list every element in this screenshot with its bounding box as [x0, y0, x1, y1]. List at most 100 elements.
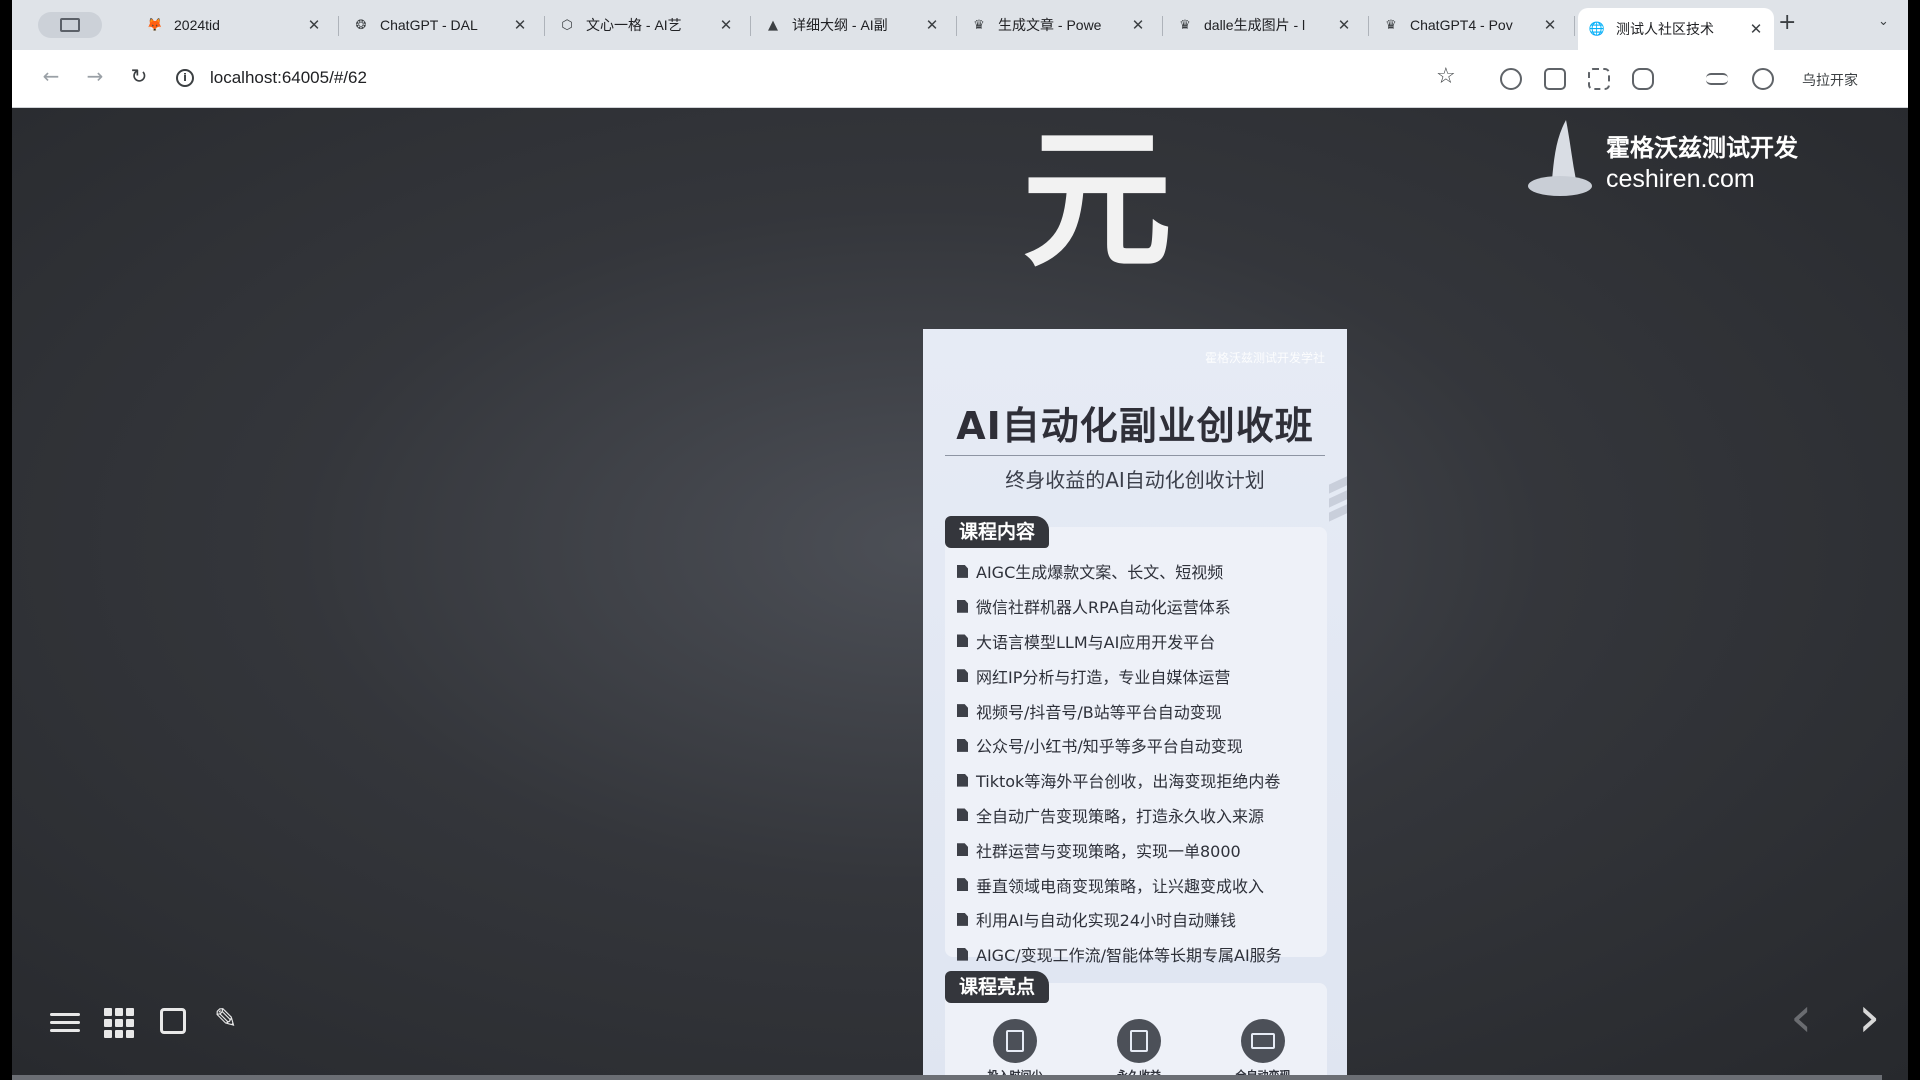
logo-domain: ceshiren.com	[1606, 165, 1755, 193]
list-item-text: 利用AI与自动化实现24小时自动赚钱	[976, 911, 1237, 931]
close-icon[interactable]: ✕	[1540, 16, 1560, 34]
list-item-text: 全自动广告变现策略，打造永久收入来源	[976, 806, 1265, 826]
list-item-text: 微信社群机器人RPA自动化运营体系	[976, 598, 1231, 618]
logo-name-cn: 霍格沃兹测试开发	[1606, 134, 1798, 162]
document-icon	[957, 947, 968, 961]
slide-heading: 元	[1022, 114, 1173, 288]
tab-ceshiren-active[interactable]: 🌐 测试人社区技术 ✕	[1578, 8, 1774, 50]
extension-sync-icon[interactable]	[1632, 68, 1654, 90]
logo-text: 霍格沃兹测试开发 ceshiren.com	[1606, 128, 1798, 194]
notes-edit-icon[interactable]	[160, 1008, 186, 1034]
close-icon[interactable]: ✕	[922, 16, 942, 34]
list-item: 公众号/小红书/知乎等多平台自动变现	[957, 728, 1337, 763]
extension-menu-icon[interactable]	[1706, 73, 1728, 85]
prev-slide-icon[interactable]: ‹	[1790, 990, 1812, 1046]
list-item: 视频号/抖音号/B站等平台自动变现	[957, 693, 1337, 728]
tab-dalle-images[interactable]: ♛ dalle生成图片 - l ✕	[1166, 8, 1362, 42]
content-header: 课程内容	[945, 516, 1050, 548]
tab-title: 详细大纲 - AI副	[792, 17, 888, 33]
tab-chatgpt-dalle[interactable]: ❂ ChatGPT - DAL ✕	[342, 8, 538, 42]
poster-brand: 霍格沃兹测试开发学社	[1204, 351, 1325, 365]
list-item-text: 社群运营与变现策略，实现一单8000	[976, 841, 1241, 861]
document-icon	[1117, 1019, 1161, 1063]
close-icon[interactable]: ✕	[1746, 20, 1766, 38]
tab-search-button[interactable]	[38, 12, 102, 38]
gitlab-icon: 🦊	[146, 17, 164, 33]
tab-list-chevron-icon[interactable]: ⌄	[1878, 14, 1889, 29]
document-icon	[957, 808, 968, 822]
tab-title: 测试人社区技术	[1616, 21, 1714, 37]
tab-strip: 🦊 2024tid ✕ ❂ ChatGPT - DAL ✕ ⬡ 文心一格 - A…	[12, 0, 1908, 50]
bookmark-star-icon[interactable]: ☆	[1436, 64, 1456, 89]
close-icon[interactable]: ✕	[716, 16, 736, 34]
tab-divider	[1368, 16, 1369, 36]
pencil-icon[interactable]: ✎	[214, 1002, 237, 1035]
list-item: 社群运营与变现策略，实现一单8000	[957, 832, 1337, 867]
tab-chatgpt4[interactable]: ♛ ChatGPT4 - Pov ✕	[1372, 8, 1568, 42]
close-icon[interactable]: ✕	[1128, 16, 1148, 34]
list-item-text: AIGC生成爆款文案、长文、短视频	[976, 563, 1224, 583]
address-bar[interactable]: localhost:64005/#/62	[210, 68, 367, 88]
list-item-text: 公众号/小红书/知乎等多平台自动变现	[976, 737, 1243, 757]
list-item-text: 大语言模型LLM与AI应用开发平台	[976, 632, 1216, 652]
document-icon	[957, 599, 968, 613]
extension-openai-icon[interactable]	[1500, 68, 1522, 90]
tab-title: ChatGPT - DAL	[380, 17, 478, 33]
course-poster: 霍格沃兹测试开发学社 AI自动化副业创收班 终身收益的AI自动化创收计划 课程内…	[923, 329, 1347, 1080]
tab-divider	[544, 16, 545, 36]
list-item-text: AIGC/变现工作流/智能体等长期专属AI服务	[976, 946, 1282, 966]
browser-toolbar: ← → ↻ i localhost:64005/#/62 ☆ 乌拉开家	[12, 50, 1908, 108]
grid-overview-icon[interactable]	[104, 1008, 134, 1038]
document-icon	[957, 738, 968, 752]
profile-label[interactable]: 乌拉开家	[1802, 70, 1858, 90]
cube-icon: ⬡	[561, 17, 573, 33]
next-slide-icon[interactable]: ›	[1858, 990, 1880, 1046]
brand-logo: 霍格沃兹测试开发 ceshiren.com	[1526, 118, 1798, 204]
extension-qr-icon[interactable]	[1544, 68, 1566, 90]
course-content-list: AIGC生成爆款文案、长文、短视频 微信社群机器人RPA自动化运营体系 大语言模…	[957, 554, 1337, 972]
list-item: AIGC生成爆款文案、长文、短视频	[957, 554, 1337, 589]
tab-divider	[750, 16, 751, 36]
close-icon[interactable]: ✕	[304, 16, 324, 34]
slide-progress-bar	[12, 1075, 1882, 1080]
money-icon	[1241, 1019, 1285, 1063]
document-icon	[957, 843, 968, 857]
new-tab-button[interactable]: +	[1778, 10, 1796, 35]
menu-icon[interactable]	[50, 1008, 80, 1037]
profile-avatar-icon[interactable]	[1752, 68, 1774, 90]
highlight-item: 投入时间少	[985, 1019, 1045, 1080]
tab-outline[interactable]: ▲ 详细大纲 - AI副 ✕	[754, 8, 950, 42]
extension-screenshot-icon[interactable]	[1588, 68, 1610, 90]
close-icon[interactable]: ✕	[1334, 16, 1354, 34]
list-item: 大语言模型LLM与AI应用开发平台	[957, 624, 1337, 659]
forward-arrow-icon[interactable]: →	[80, 64, 110, 88]
highlight-item: 永久收益	[1109, 1019, 1169, 1080]
document-icon	[957, 773, 968, 787]
poster-divider	[945, 455, 1325, 456]
tab-search-icon	[60, 18, 80, 32]
document-icon	[957, 564, 968, 578]
tab-2024tid[interactable]: 🦊 2024tid ✕	[136, 8, 332, 42]
tab-article[interactable]: ♛ 生成文章 - Powe ✕	[960, 8, 1156, 42]
crown-icon: ♛	[973, 17, 985, 33]
wizard-hat-icon	[1526, 118, 1594, 204]
crown-icon: ♛	[1385, 17, 1397, 33]
document-icon	[957, 704, 968, 718]
tab-divider	[338, 16, 339, 36]
close-icon[interactable]: ✕	[510, 16, 530, 34]
list-item: AIGC/变现工作流/智能体等长期专属AI服务	[957, 937, 1337, 972]
list-item-text: 网红IP分析与打造，专业自媒体运营	[976, 667, 1231, 687]
list-item: 网红IP分析与打造，专业自媒体运营	[957, 658, 1337, 693]
document-icon	[957, 634, 968, 648]
reload-icon[interactable]: ↻	[124, 64, 154, 88]
list-item: 全自动广告变现策略，打造永久收入来源	[957, 798, 1337, 833]
globe-icon: 🌐	[1588, 21, 1606, 37]
poster-subtitle: 终身收益的AI自动化创收计划	[1005, 468, 1265, 492]
document-icon	[957, 878, 968, 892]
back-arrow-icon[interactable]: ←	[36, 64, 66, 88]
list-item: 垂直领域电商变现策略，让兴趣变成收入	[957, 867, 1337, 902]
site-info-icon[interactable]: i	[176, 69, 194, 87]
tab-wenxin[interactable]: ⬡ 文心一格 - AI艺 ✕	[548, 8, 744, 42]
tab-title: dalle生成图片 - l	[1204, 17, 1306, 33]
browser-window: 🦊 2024tid ✕ ❂ ChatGPT - DAL ✕ ⬡ 文心一格 - A…	[12, 0, 1908, 1080]
